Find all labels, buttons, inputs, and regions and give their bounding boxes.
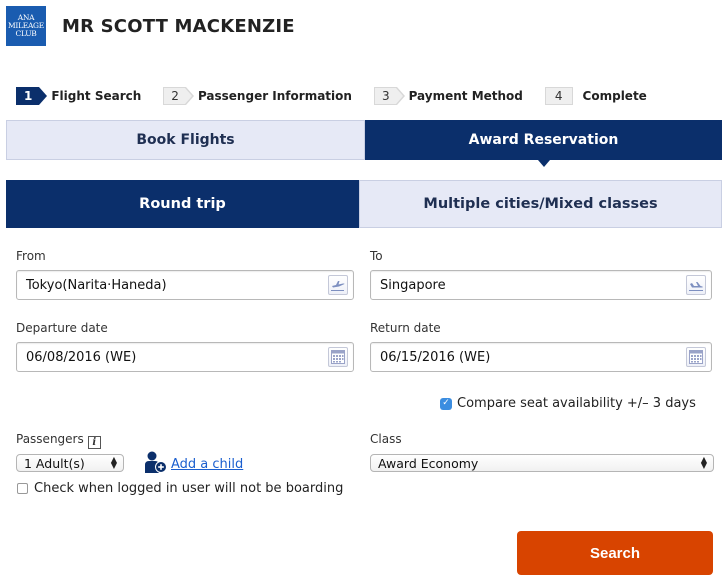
step-label: Complete [582,89,647,103]
from-label: From [16,249,46,263]
calendar-icon[interactable] [686,347,706,367]
step-payment-method: 3 Payment Method [373,87,523,105]
departure-date-value: 06/08/2016 (WE) [26,349,137,365]
logo-line: CLUB [15,29,37,38]
trip-type-tabs: Round trip Multiple cities/Mixed classes [6,180,722,228]
to-value: Singapore [380,277,446,293]
select-arrows-icon: ▲ ▼ [110,455,118,470]
passengers-label: Passengers i [16,432,101,449]
compare-availability-label: Compare seat availability +/– 3 days [457,396,696,411]
add-child-icon[interactable] [144,451,168,477]
step-number: 4 [544,87,573,105]
tab-round-trip[interactable]: Round trip [6,180,359,228]
passengers-label-text: Passengers [16,432,84,446]
ana-mileage-club-logo[interactable]: ANA MILEAGE CLUB [6,6,46,46]
to-label: To [370,249,383,263]
add-child-control[interactable]: Add a child [144,451,243,477]
member-name: MR SCOTT MACKENZIE [62,15,295,37]
header: ANA MILEAGE CLUB MR SCOTT MACKENZIE [6,6,295,46]
to-input[interactable]: Singapore [370,270,712,300]
departure-plane-icon[interactable] [328,275,348,295]
select-arrows-icon: ▲ ▼ [700,455,708,470]
progress-steps: 1 Flight Search 2 Passenger Information … [16,87,669,105]
step-label: Flight Search [51,89,142,103]
class-selected-value: Award Economy [378,455,479,471]
booking-type-tabs: Book Flights Award Reservation [6,120,722,167]
step-label: Passenger Information [197,89,352,103]
add-child-link[interactable]: Add a child [171,457,243,472]
from-value: Tokyo(Narita·Haneda) [26,277,167,293]
step-number: 3 [373,87,405,105]
step-number: 1 [16,87,48,105]
step-number: 2 [163,87,194,105]
class-label: Class [370,432,402,446]
not-boarding-label: Check when logged in user will not be bo… [34,481,344,496]
return-date-value: 06/15/2016 (WE) [380,349,491,365]
class-select[interactable]: Award Economy ▲ ▼ [370,454,714,472]
passengers-selected-value: 1 Adult(s) [24,455,85,471]
return-date-input[interactable]: 06/15/2016 (WE) [370,342,712,372]
calendar-icon[interactable] [328,347,348,367]
step-passenger-information: 2 Passenger Information [163,87,352,105]
return-date-label: Return date [370,321,441,335]
passengers-select[interactable]: 1 Adult(s) ▲ ▼ [16,454,124,472]
compare-availability-option[interactable]: ✓ Compare seat availability +/– 3 days [440,396,696,411]
step-label: Payment Method [408,89,523,103]
search-button[interactable]: Search [517,531,713,575]
departure-date-label: Departure date [16,321,108,335]
step-flight-search: 1 Flight Search [16,87,141,105]
not-boarding-checkbox[interactable] [17,483,28,494]
tab-multiple-cities[interactable]: Multiple cities/Mixed classes [359,180,722,228]
step-complete: 4 Complete [544,87,647,105]
arrival-plane-icon[interactable] [686,275,706,295]
not-boarding-option[interactable]: Check when logged in user will not be bo… [17,481,343,496]
tab-award-reservation[interactable]: Award Reservation [365,120,722,167]
compare-availability-checkbox[interactable]: ✓ [440,397,452,410]
tab-book-flights[interactable]: Book Flights [6,120,365,160]
departure-date-input[interactable]: 06/08/2016 (WE) [16,342,354,372]
from-input[interactable]: Tokyo(Narita·Haneda) [16,270,354,300]
info-icon[interactable]: i [87,436,101,449]
